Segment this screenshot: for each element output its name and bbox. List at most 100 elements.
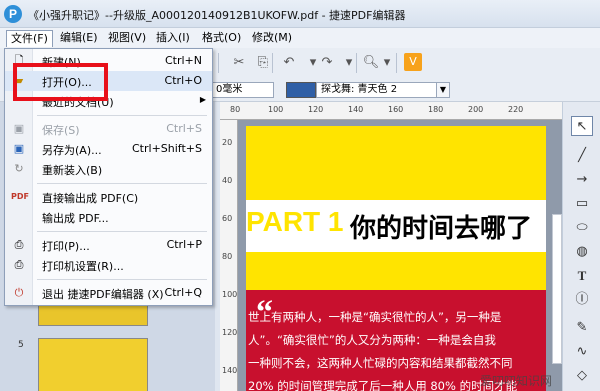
save-as-icon: ▣	[13, 142, 25, 155]
printer-settings-icon: ⎙	[14, 258, 24, 271]
part-heading[interactable]: PART 1	[246, 206, 344, 238]
ruler-tick: 20	[222, 138, 233, 147]
body-text-line[interactable]: 世上有两种人，一种是“确实很忙的人”，另一种是	[248, 309, 501, 325]
toolbar-separator	[396, 53, 397, 73]
menu-item-label: 重新装入(B)	[42, 164, 103, 177]
window-title: 《小强升职记》--升级版_A000120140912B1UKOFW.pdf - …	[28, 9, 406, 22]
menu-item-export-pdf[interactable]: 输出成 PDF...	[5, 207, 212, 227]
ruler-tick: 80	[230, 105, 241, 114]
fill-color-swatch[interactable]	[286, 82, 316, 98]
page-number-label: 5	[18, 340, 24, 350]
line-tool-icon[interactable]: ╱	[571, 146, 593, 166]
menu-item-label: 打印机设置(R)...	[42, 260, 124, 273]
page-thumbnail[interactable]	[38, 338, 148, 391]
menu-separator	[37, 115, 207, 116]
drawing-toolbar: ↖ ╱ → ▭ ⬭ ◍ T Ⓘ ✎ ∿ ◇	[562, 102, 600, 391]
menu-item-shortcut: Ctrl+N	[164, 54, 202, 67]
ruler-tick: 160	[388, 105, 404, 114]
shape-3d-icon[interactable]: ◍	[571, 242, 593, 262]
ruler-tick: 140	[348, 105, 364, 114]
ruler-tick: 100	[222, 290, 238, 299]
ruler-tick: 200	[468, 105, 484, 114]
vertical-text-icon[interactable]: Ⓘ	[571, 290, 593, 310]
menu-file[interactable]: 文件(F)	[6, 30, 53, 47]
ruler-tick: 40	[222, 176, 233, 185]
menu-item-label: 退出 捷速PDF编辑器 (X)	[42, 288, 164, 301]
menu-item-save[interactable]: ▣ 保存(S) Ctrl+S	[5, 119, 212, 139]
reload-icon: ↻	[14, 162, 24, 175]
menu-item-export-pdf-direct[interactable]: PDF 直接输出成 PDF(C)	[5, 187, 212, 207]
chapter-title[interactable]: 你的时间去哪了	[350, 208, 532, 245]
menu-item-label: 另存为(A)...	[42, 144, 102, 157]
ellipse-tool-icon[interactable]: ⬭	[571, 218, 593, 238]
copy-icon[interactable]: ⎘	[254, 54, 272, 72]
print-icon: ⎙	[14, 238, 24, 251]
ruler-tick: 120	[222, 328, 238, 337]
menu-bar: 文件(F) 编辑(E) 视图(V) 插入(I) 格式(O) 修改(M)	[0, 28, 600, 48]
menu-item-save-as[interactable]: ▣ 另存为(A)... Ctrl+Shift+S	[5, 139, 212, 159]
vertical-ruler: 20 40 60 80 100 120 140	[220, 120, 238, 391]
fill-style-select[interactable]: 探戈舞: 青天色 2	[316, 82, 446, 98]
arrow-tool-icon[interactable]: →	[571, 170, 593, 190]
pdf-export-icon: PDF	[11, 192, 29, 201]
menu-item-shortcut: Ctrl+S	[166, 122, 202, 135]
pen-tool-icon[interactable]: ✎	[571, 318, 593, 338]
vip-icon[interactable]: V	[404, 53, 422, 71]
menu-separator	[37, 183, 207, 184]
menu-item-printer-settings[interactable]: ⎙ 打印机设置(R)...	[5, 255, 212, 275]
horizontal-ruler: 80 100 120 140 160 180 200 220	[220, 102, 562, 120]
body-text-line[interactable]: 20% 的时间管理完成了后一种人用 80% 的时间才能	[248, 378, 517, 391]
undo-icon[interactable]: ↶	[280, 54, 298, 72]
ruler-tick: 60	[222, 214, 233, 223]
polygon-tool-icon[interactable]: ◇	[571, 366, 593, 386]
menu-item-label: 保存(S)	[42, 124, 80, 137]
toolbar-separator	[218, 53, 219, 73]
cut-icon[interactable]: ✂	[230, 54, 248, 72]
redo-icon[interactable]: ↷	[318, 54, 336, 72]
ruler-tick: 120	[308, 105, 324, 114]
toolbar-separator	[272, 53, 273, 73]
app-logo-icon: P	[4, 5, 22, 23]
title-bar: P 《小强升职记》--升级版_A000120140912B1UKOFW.pdf …	[0, 0, 600, 28]
body-text-line[interactable]: 一种则不会，这两种人忙碌的内容和结果都截然不同	[248, 355, 513, 371]
text-tool-icon[interactable]: T	[571, 266, 593, 286]
ruler-tick: 140	[222, 366, 238, 375]
menu-item-print[interactable]: ⎙ 打印(P)... Ctrl+P	[5, 235, 212, 255]
ruler-tick: 100	[268, 105, 284, 114]
menu-format[interactable]: 格式(O)	[198, 30, 245, 47]
ruler-tick: 220	[508, 105, 524, 114]
line-width-field[interactable]: 0毫米	[212, 82, 274, 98]
highlight-box	[13, 63, 108, 101]
submenu-arrow-icon: ▶	[199, 95, 206, 104]
menu-edit[interactable]: 编辑(E)	[56, 30, 102, 47]
rectangle-tool-icon[interactable]: ▭	[571, 194, 593, 214]
menu-item-exit[interactable]: ⏻ 退出 捷速PDF编辑器 (X) Ctrl+Q	[5, 283, 212, 303]
vertical-scrollbar[interactable]	[552, 214, 562, 364]
document-canvas[interactable]: PART 1 你的时间去哪了 “ 世上有两种人，一种是“确实很忙的人”，另一种是…	[238, 120, 562, 391]
exit-icon: ⏻	[14, 286, 24, 299]
menu-separator	[37, 279, 207, 280]
watermark-text: 爱叨叨知识网	[480, 374, 553, 388]
save-icon: ▣	[13, 122, 25, 135]
ruler-tick: 180	[428, 105, 444, 114]
body-text-line[interactable]: 人”。“确实很忙”的人又分为两种：一种是会自我	[248, 332, 496, 348]
menu-item-label: 打印(P)...	[42, 240, 90, 253]
curve-tool-icon[interactable]: ∿	[571, 342, 593, 362]
select-pointer-icon[interactable]: ↖	[571, 116, 593, 136]
menu-item-label: 输出成 PDF...	[42, 212, 109, 225]
menu-item-shortcut: Ctrl+P	[166, 238, 202, 251]
menu-separator	[37, 231, 207, 232]
menu-item-shortcut: Ctrl+Shift+S	[132, 142, 202, 155]
menu-view[interactable]: 视图(V)	[104, 30, 150, 47]
chevron-down-icon[interactable]: ▼	[436, 82, 450, 98]
pdf-page[interactable]: PART 1 你的时间去哪了 “ 世上有两种人，一种是“确实很忙的人”，另一种是…	[246, 126, 546, 391]
toolbar-separator	[356, 53, 357, 73]
chevron-down-icon[interactable]: ▾	[378, 54, 396, 72]
menu-item-reload[interactable]: ↻ 重新装入(B)	[5, 159, 212, 179]
menu-insert[interactable]: 插入(I)	[152, 30, 194, 47]
menu-item-shortcut: Ctrl+Q	[164, 286, 202, 299]
ruler-tick: 80	[222, 252, 233, 261]
menu-item-label: 直接输出成 PDF(C)	[42, 192, 139, 205]
menu-item-shortcut: Ctrl+O	[164, 74, 202, 87]
menu-modify[interactable]: 修改(M)	[248, 30, 296, 47]
